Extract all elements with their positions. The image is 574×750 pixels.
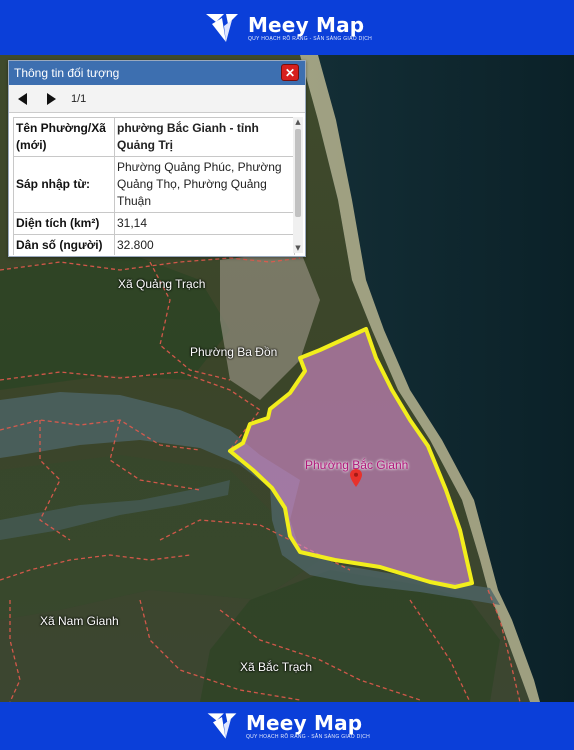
table-scrollbar[interactable]: ▲ ▼	[293, 117, 303, 253]
previous-button[interactable]	[9, 85, 37, 113]
next-arrow-icon	[47, 92, 56, 105]
page-indicator: 1/1	[71, 92, 87, 105]
row-key: Diện tích (km²)	[13, 212, 115, 235]
row-value: 31,14	[114, 212, 295, 235]
scroll-thumb[interactable]	[295, 129, 301, 217]
meey-logo-icon	[205, 13, 238, 42]
close-button[interactable]: ✕	[281, 64, 299, 81]
scroll-up-icon[interactable]: ▲	[293, 117, 303, 127]
label-phuong-ba-don: Phường Ba Đồn	[190, 345, 278, 359]
info-table: Tên Phường/Xã (mới) phường Bắc Gianh - t…	[13, 117, 295, 255]
panel-title: Thông tin đối tượng	[14, 66, 120, 80]
label-xa-quang-trach: Xã Quảng Trạch	[118, 277, 206, 291]
prev-arrow-icon	[18, 92, 27, 105]
table-row: Dân số (người) 32.800	[13, 234, 295, 255]
meey-logo-icon	[207, 713, 237, 739]
brand-name: Meey Map	[245, 711, 363, 735]
panel-pager: 1/1	[9, 85, 305, 113]
panel-header: Thông tin đối tượng ✕	[9, 61, 305, 85]
label-xa-bac-trach: Xã Bắc Trạch	[240, 660, 313, 674]
scroll-down-icon[interactable]: ▼	[293, 243, 303, 253]
next-button[interactable]	[37, 85, 65, 113]
row-value: phường Bắc Gianh - tỉnh Quảng Trị	[114, 117, 295, 157]
row-key: Tên Phường/Xã (mới)	[13, 117, 115, 157]
brand: Meey Map QUY HOẠCH RÕ RÀNG - SẴN SÀNG GI…	[204, 708, 370, 744]
location-pin-icon[interactable]	[350, 469, 362, 487]
table-row: Sáp nhập từ: Phường Quảng Phúc, Phường Q…	[13, 156, 295, 213]
brand: Meey Map QUY HOẠCH RÕ RÀNG - SẴN SÀNG GI…	[202, 8, 372, 48]
brand-name: Meey Map	[247, 12, 365, 37]
footer-brand-bar: Meey Map QUY HOẠCH RÕ RÀNG - SẴN SÀNG GI…	[0, 702, 574, 750]
label-xa-nam-gianh: Xã Nam Gianh	[40, 614, 119, 628]
row-key: Sáp nhập từ:	[13, 156, 115, 213]
header-brand-bar: Meey Map QUY HOẠCH RÕ RÀNG - SẴN SÀNG GI…	[0, 0, 574, 55]
brand-tagline: QUY HOẠCH RÕ RÀNG - SẴN SÀNG GIAO DỊCH	[245, 734, 371, 740]
info-table-scroll[interactable]: Tên Phường/Xã (mới) phường Bắc Gianh - t…	[13, 117, 295, 255]
close-icon: ✕	[284, 65, 296, 80]
table-row: Tên Phường/Xã (mới) phường Bắc Gianh - t…	[13, 117, 295, 157]
table-row: Diện tích (km²) 31,14	[13, 212, 295, 235]
object-info-panel: Thông tin đối tượng ✕ 1/1 Tên Phường/Xã …	[8, 60, 306, 257]
row-value: Phường Quảng Phúc, Phường Quảng Thọ, Phư…	[114, 156, 295, 213]
row-key: Dân số (người)	[13, 234, 115, 255]
brand-tagline: QUY HOẠCH RÕ RÀNG - SẴN SÀNG GIAO DỊCH	[247, 35, 373, 42]
row-value: 32.800	[114, 234, 295, 255]
